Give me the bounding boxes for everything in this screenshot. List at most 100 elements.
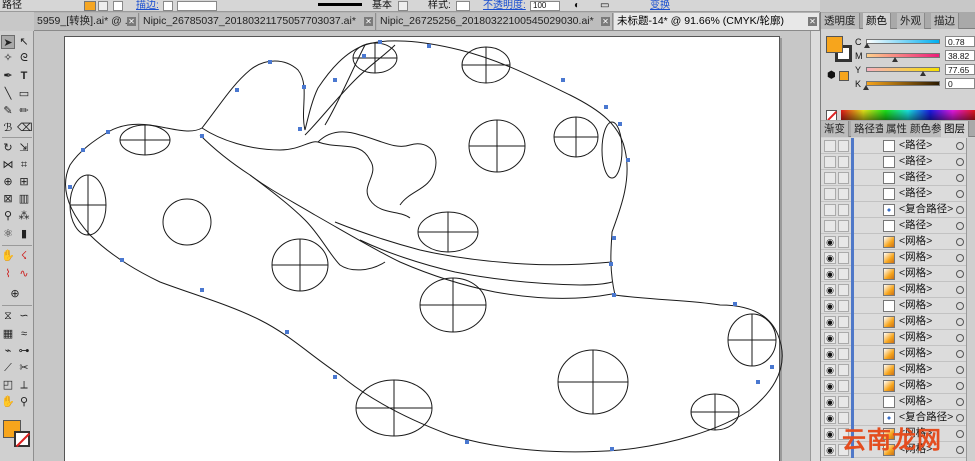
slice-tool-icon[interactable]: ∽ [17, 309, 31, 323]
slider-track[interactable] [866, 39, 940, 44]
target-circle-icon[interactable] [956, 318, 964, 326]
slider-thumb[interactable] [863, 43, 870, 48]
eye-icon[interactable]: ◉ [824, 236, 836, 248]
eraser-icon[interactable]: ⌫ [17, 121, 33, 135]
lock-toggle[interactable] [838, 300, 849, 312]
graph-tool-icon[interactable]: ▦ [1, 327, 15, 341]
out-of-gamut-cube-icon[interactable]: ⬢ [827, 70, 836, 81]
eye-icon[interactable]: ◉ [824, 252, 836, 264]
layer-row[interactable]: ◉ <网格> [821, 298, 966, 314]
symbol-sprayer-icon[interactable]: ⚛ [1, 227, 15, 241]
target-circle-icon[interactable] [956, 254, 964, 262]
eye-icon[interactable]: ◉ [824, 412, 836, 424]
mesh-tool-icon[interactable]: ⊠ [1, 192, 15, 206]
lock-toggle[interactable] [838, 380, 849, 392]
lock-toggle[interactable] [838, 396, 849, 408]
visibility-toggle[interactable] [824, 220, 836, 232]
layer-row[interactable]: ◉ <网格> [821, 250, 966, 266]
smooth-tool-icon[interactable]: ∿ [17, 267, 31, 281]
eye-icon[interactable]: ◉ [824, 444, 836, 456]
lock-toggle[interactable] [838, 364, 849, 376]
eye-icon[interactable]: ◉ [824, 364, 836, 376]
stroke-color-swatch[interactable] [14, 431, 30, 447]
layer-row[interactable]: ◉ <网格> [821, 234, 966, 250]
frame-tool-icon[interactable]: ◰ [1, 378, 15, 392]
layer-row[interactable]: ◉ <网格> [821, 378, 966, 394]
eye-icon[interactable]: ◉ [824, 380, 836, 392]
target-circle-icon[interactable] [956, 238, 964, 246]
target-circle-icon[interactable] [956, 206, 964, 214]
direct-selection-tool-icon[interactable]: ↖ [17, 35, 31, 49]
eye-icon[interactable]: ◉ [824, 316, 836, 328]
close-icon[interactable]: ✕ [601, 17, 610, 26]
target-circle-icon[interactable] [956, 382, 964, 390]
layer-row[interactable]: <路径> [821, 138, 966, 154]
channel-value-field[interactable]: 0.78 [945, 36, 975, 47]
perspective-grid-icon[interactable]: ⊞ [17, 175, 31, 189]
slider-track[interactable] [866, 53, 940, 58]
pen-tool-icon[interactable]: ✒ [1, 69, 15, 83]
hand-tool-icon[interactable]: ✋ [1, 395, 15, 409]
reshape-icon[interactable]: ☇ [17, 249, 31, 263]
tab-stroke[interactable]: 描边 [931, 13, 959, 29]
eye-icon[interactable]: ◉ [824, 284, 836, 296]
scissors-icon[interactable]: ✂ [17, 361, 31, 375]
slider-track[interactable] [866, 81, 940, 86]
lock-toggle[interactable] [838, 332, 849, 344]
target-circle-icon[interactable] [956, 270, 964, 278]
tab-document-1[interactable]: 5959_[转换].ai* @ ... ✕ [34, 13, 139, 30]
eye-icon[interactable]: ◉ [824, 268, 836, 280]
measure-tool-icon[interactable]: ⟂ [17, 378, 31, 392]
tab-document-active[interactable]: 未标题-14* @ 91.66% (CMYK/轮廓) ✕ [614, 13, 820, 30]
visibility-toggle[interactable] [824, 172, 836, 184]
tab-color-guide[interactable]: 颜色参 [907, 121, 946, 137]
stroke-link[interactable]: 描边: [136, 0, 159, 11]
layer-row[interactable]: <复合路径> [821, 202, 966, 218]
target-circle-icon[interactable] [956, 142, 964, 150]
tab-appearance[interactable]: 外观 [897, 13, 925, 29]
lock-toggle[interactable] [838, 156, 849, 168]
target-circle-icon[interactable] [956, 286, 964, 294]
color-slider-y[interactable]: Y 77.65 [855, 64, 975, 76]
tab-document-3[interactable]: Nipic_26725256_20180322100545029030.ai* ✕ [377, 13, 613, 30]
color-slider-m[interactable]: M 38.82 [855, 50, 975, 62]
target-circle-icon[interactable] [956, 366, 964, 374]
crosshair-icon[interactable]: ⊕ [8, 287, 22, 301]
tab-document-2[interactable]: Nipic_26785037_20180321175057703037.ai* ✕ [140, 13, 376, 30]
lock-toggle[interactable] [838, 188, 849, 200]
target-circle-icon[interactable] [956, 350, 964, 358]
lock-toggle[interactable] [838, 220, 849, 232]
layers-scrollbar[interactable] [966, 138, 975, 461]
stroke-weight-field[interactable] [177, 1, 217, 11]
visibility-toggle[interactable] [824, 188, 836, 200]
anchor-point-icon[interactable]: ⌇ [1, 267, 15, 281]
lock-toggle[interactable] [838, 268, 849, 280]
rotate-tool-icon[interactable]: ↻ [1, 141, 15, 155]
layer-row[interactable]: <路径> [821, 154, 966, 170]
hat-outline-artwork[interactable] [34, 31, 820, 461]
target-circle-icon[interactable] [956, 446, 964, 454]
paintbrush-icon[interactable]: ✎ [1, 104, 15, 118]
eyedropper-icon[interactable]: ⚲ [1, 209, 15, 223]
lock-toggle[interactable] [838, 236, 849, 248]
layer-row[interactable]: ◉ <网格> [821, 330, 966, 346]
scale-tool-icon[interactable]: ⇲ [17, 141, 31, 155]
channel-value-field[interactable]: 0 [945, 78, 975, 89]
lock-toggle[interactable] [838, 316, 849, 328]
brush-preview[interactable] [318, 3, 362, 6]
channel-value-field[interactable]: 38.82 [945, 50, 975, 61]
lock-toggle[interactable] [838, 172, 849, 184]
opacity-link[interactable]: 不透明度: [483, 0, 526, 11]
layer-row[interactable]: <路径> [821, 186, 966, 202]
close-icon[interactable]: ✕ [808, 17, 817, 26]
tab-layers[interactable]: 图层 [941, 121, 969, 137]
shape-builder-icon[interactable]: ⊕ [1, 175, 15, 189]
zoom-tool-icon[interactable]: ⚲ [17, 395, 31, 409]
layers-list[interactable]: <路径> <路径> <路径> <路径> <复合路径> <路径> ◉ <网格> ◉ <网格> ◉ <网格… [821, 138, 975, 461]
bloat-tool-icon[interactable]: ⊶ [17, 344, 31, 358]
visibility-toggle[interactable] [824, 204, 836, 216]
layer-row[interactable]: ◉ <网格> [821, 346, 966, 362]
fill-indicator[interactable] [826, 36, 843, 53]
visibility-toggle[interactable] [824, 156, 836, 168]
blob-brush-icon[interactable]: ℬ [1, 121, 15, 135]
